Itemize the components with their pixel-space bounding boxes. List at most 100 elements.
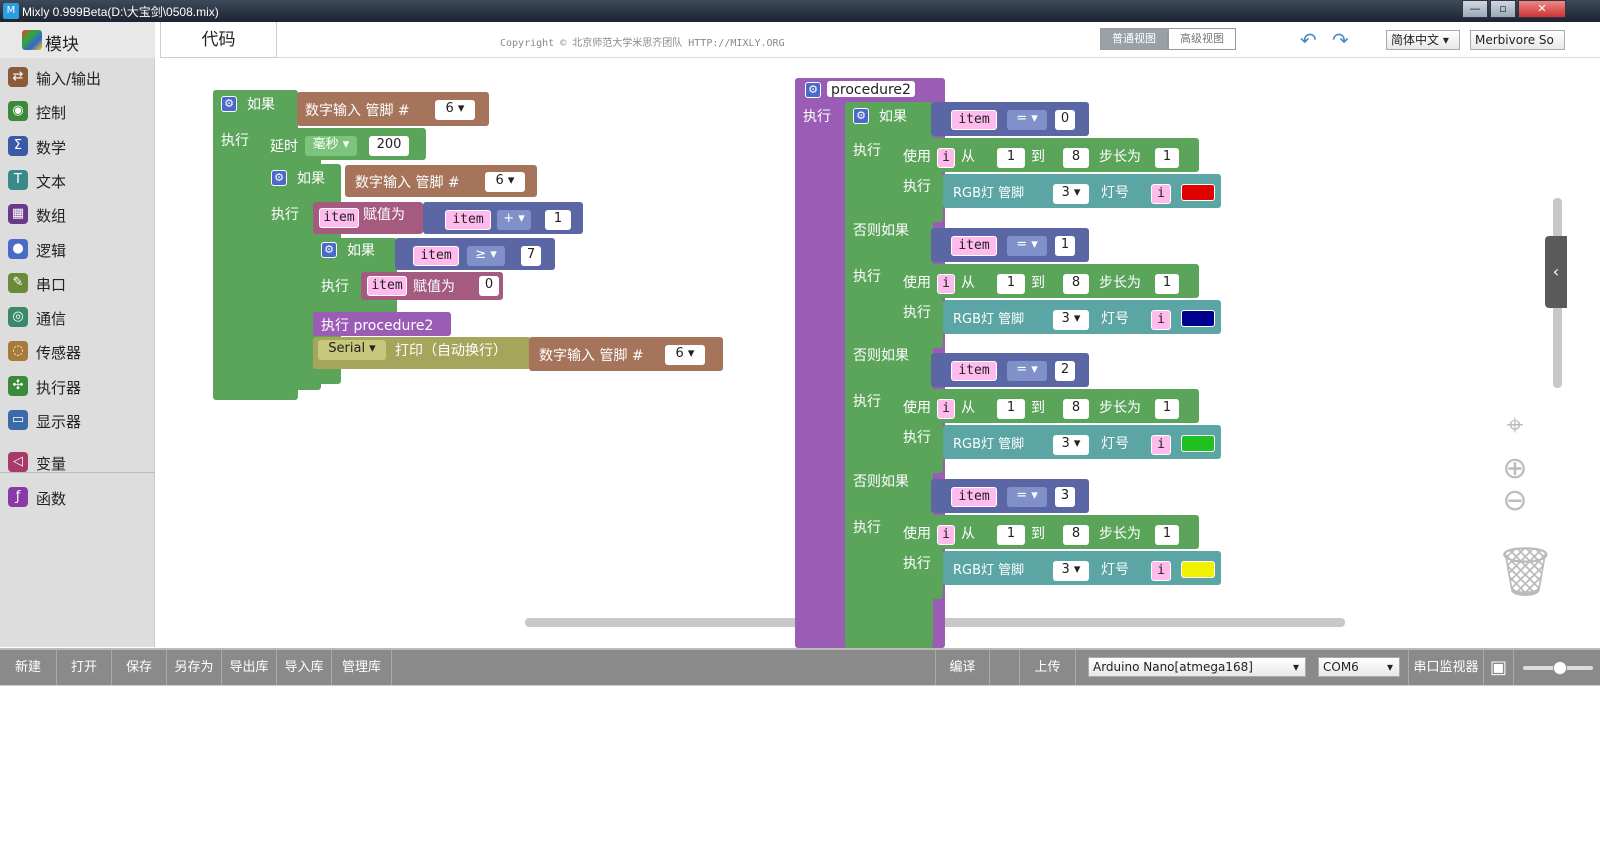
compile-button[interactable]: 编译	[935, 650, 990, 685]
item-var[interactable]: item	[951, 110, 997, 130]
rgb-pin-dropdown[interactable]: 3 ▾	[1053, 309, 1089, 330]
to-value[interactable]: 8	[1063, 148, 1089, 168]
plus-dropdown[interactable]: + ▾	[497, 210, 531, 230]
sidebar-item-6[interactable]: ✎ 串口	[0, 268, 155, 298]
save-as-button[interactable]: 另存为	[167, 650, 222, 685]
pin-dropdown[interactable]: 6 ▾	[435, 100, 475, 120]
to-value[interactable]: 8	[1063, 399, 1089, 419]
item-var[interactable]: item	[951, 361, 997, 381]
from-value[interactable]: 1	[997, 399, 1025, 419]
step-value[interactable]: 1	[1155, 399, 1179, 419]
eq-dropdown[interactable]: = ▾	[1007, 110, 1047, 130]
settings-icon[interactable]: ⚙	[221, 96, 237, 112]
sidebar-item-8[interactable]: ◌ 传感器	[0, 336, 155, 366]
rgb-pin-dropdown[interactable]: 3 ▾	[1053, 435, 1089, 455]
from-value[interactable]: 1	[997, 524, 1025, 545]
zero-value[interactable]: 0	[479, 276, 499, 296]
language-select[interactable]: 简体中文 ▾	[1386, 30, 1460, 50]
settings-icon[interactable]: ⚙	[853, 108, 869, 124]
item-var[interactable]: item	[413, 246, 459, 266]
step-value[interactable]: 1	[1155, 148, 1179, 168]
color-swatch[interactable]	[1181, 560, 1215, 578]
i-var[interactable]: i	[1151, 309, 1171, 330]
settings-icon[interactable]: ⚙	[321, 242, 337, 258]
advanced-view-button[interactable]: 高级视图	[1168, 28, 1236, 50]
sidebar-item-9[interactable]: ✣ 执行器	[0, 371, 155, 401]
from-value[interactable]: 1	[997, 148, 1025, 168]
gte-dropdown[interactable]: ≥ ▾	[467, 246, 505, 266]
color-swatch[interactable]	[1181, 309, 1215, 327]
output-console[interactable]	[0, 685, 1600, 860]
theme-select[interactable]: Merbivore So	[1470, 30, 1565, 50]
delay-value[interactable]: 200	[369, 136, 409, 156]
eq-dropdown[interactable]: = ▾	[1007, 361, 1047, 381]
zoom-in-icon[interactable]: ⊕	[1500, 451, 1530, 486]
upload-button[interactable]: 上传	[1020, 650, 1076, 685]
sidebar-item-5[interactable]: ● 逻辑	[0, 234, 155, 264]
tab-code[interactable]: 代码	[160, 22, 277, 58]
blockly-workspace[interactable]: ‹ ⌖ ⊕ ⊖ 🗑 ⚙ 如果 执行 数字输入 管脚 #6 ▾ 延时 毫秒 ▾ 200 ⚙ 如果执…	[155, 58, 1600, 648]
to-value[interactable]: 8	[1063, 273, 1089, 294]
sidebar-item-3[interactable]: T 文本	[0, 165, 155, 195]
item-var[interactable]: item	[367, 276, 407, 296]
eq-dropdown[interactable]: = ▾	[1007, 486, 1047, 507]
i-var[interactable]: i	[1151, 184, 1171, 204]
maximize-button[interactable]: ▫	[1490, 0, 1516, 18]
i-var[interactable]: i	[937, 148, 955, 168]
sidebar-item-1[interactable]: ◉ 控制	[0, 96, 155, 126]
seven-value[interactable]: 7	[521, 246, 541, 266]
trash-icon[interactable]: 🗑	[1495, 543, 1556, 600]
chip-icon[interactable]: ▣	[1484, 650, 1514, 685]
undo-icon[interactable]: ↶	[1300, 28, 1317, 52]
save-button[interactable]: 保存	[112, 650, 167, 685]
open-button[interactable]: 打开	[57, 650, 112, 685]
center-workspace-icon[interactable]: ⌖	[1500, 408, 1530, 443]
compare-value[interactable]: 0	[1055, 110, 1075, 130]
item-var[interactable]: item	[951, 235, 997, 256]
color-swatch[interactable]	[1181, 184, 1215, 201]
serial-dropdown[interactable]: Serial ▾	[318, 340, 386, 360]
size-slider-thumb[interactable]	[1553, 661, 1567, 675]
i-var[interactable]: i	[937, 273, 955, 294]
board-select[interactable]: Arduino Nano[atmega168] ▾	[1088, 657, 1306, 677]
eq-dropdown[interactable]: = ▾	[1007, 235, 1047, 256]
manage-lib-button[interactable]: 管理库	[332, 650, 392, 685]
item-var[interactable]: item	[445, 210, 491, 230]
redo-icon[interactable]: ↷	[1332, 28, 1349, 52]
sidebar-item-0[interactable]: ⇄ 输入/输出	[0, 62, 155, 92]
zoom-out-icon[interactable]: ⊖	[1500, 483, 1530, 518]
rgb-pin-dropdown[interactable]: 3 ▾	[1053, 184, 1089, 204]
settings-icon[interactable]: ⚙	[805, 82, 821, 98]
serial-monitor-button[interactable]: 串口监视器	[1408, 650, 1484, 685]
to-value[interactable]: 8	[1063, 524, 1089, 545]
sidebar-item-7[interactable]: ◎ 通信	[0, 302, 155, 332]
import-lib-button[interactable]: 导入库	[277, 650, 332, 685]
rgb-pin-dropdown[interactable]: 3 ▾	[1053, 560, 1089, 581]
i-var[interactable]: i	[937, 524, 955, 545]
minimize-button[interactable]: —	[1462, 0, 1488, 18]
item-var[interactable]: item	[951, 486, 997, 507]
port-select[interactable]: COM6 ▾	[1318, 657, 1400, 677]
color-swatch[interactable]	[1181, 435, 1215, 452]
one-value[interactable]: 1	[545, 210, 571, 230]
step-value[interactable]: 1	[1155, 273, 1179, 294]
pin-dropdown[interactable]: 6 ▾	[485, 172, 525, 192]
compare-value[interactable]: 1	[1055, 235, 1075, 256]
settings-icon[interactable]: ⚙	[271, 170, 287, 186]
normal-view-button[interactable]: 普通视图	[1100, 28, 1168, 50]
from-value[interactable]: 1	[997, 273, 1025, 294]
compare-value[interactable]: 3	[1055, 486, 1075, 507]
size-slider[interactable]	[1523, 661, 1593, 675]
collapse-panel-button[interactable]: ‹	[1545, 236, 1567, 308]
ms-dropdown[interactable]: 毫秒 ▾	[305, 136, 357, 156]
sidebar-item-2[interactable]: Σ 数学	[0, 131, 155, 161]
i-var[interactable]: i	[1151, 560, 1171, 581]
compare-value[interactable]: 2	[1055, 361, 1075, 381]
step-value[interactable]: 1	[1155, 524, 1179, 545]
i-var[interactable]: i	[937, 399, 955, 419]
sidebar-item-4[interactable]: ▦ 数组	[0, 199, 155, 229]
export-lib-button[interactable]: 导出库	[222, 650, 277, 685]
item-var[interactable]: item	[319, 208, 359, 228]
sidebar-item-12[interactable]: ƒ 函数	[0, 482, 155, 512]
new-button[interactable]: 新建	[0, 650, 57, 685]
